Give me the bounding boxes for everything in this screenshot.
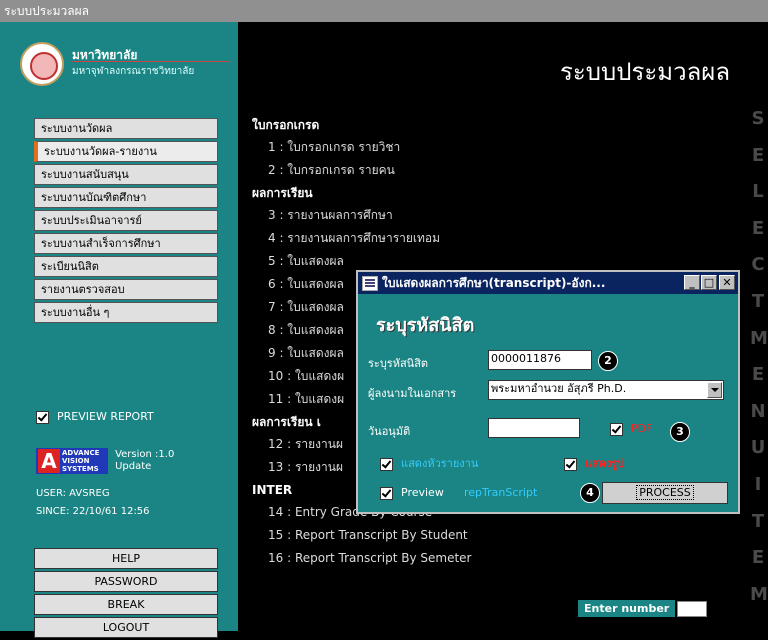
- preview-report-label: PREVIEW REPORT: [57, 410, 154, 423]
- minimize-icon: _: [689, 276, 695, 289]
- university-seal-icon: [20, 42, 64, 86]
- logout-button[interactable]: LOGOUT: [34, 617, 218, 638]
- preview-label: Preview: [401, 486, 444, 499]
- session-since: SINCE: 22/10/61 12:56: [36, 506, 150, 517]
- sidebar-item-other[interactable]: ระบบงานอื่น ๆ: [34, 302, 218, 323]
- menu-option-2[interactable]: 2 : ใบกรอกเกรด รายคน: [252, 159, 472, 182]
- sidebar-item-audit-reports[interactable]: รายงานตรวจสอบ: [34, 279, 218, 300]
- preview-option[interactable]: Preview: [380, 486, 444, 500]
- show-header-label: แสดงหัวรายงาน: [401, 457, 479, 470]
- chevron-down-icon[interactable]: [707, 382, 722, 398]
- maximize-icon: □: [703, 276, 715, 289]
- show-header-checkbox[interactable]: [380, 457, 393, 471]
- process-button[interactable]: PROCESS: [602, 482, 728, 504]
- show-photo-option[interactable]: แสดงรูป: [564, 454, 624, 472]
- dialog-heading: ระบุรหัสนิสิต: [376, 315, 475, 336]
- report-name: repTranScript: [464, 486, 538, 499]
- form-icon: [362, 276, 378, 291]
- signer-selected-value: พระมหาอำนวย อัสุภรี Ph.D.: [491, 382, 627, 395]
- app-title: ระบบประมวลผล: [4, 4, 90, 18]
- logo-divider: [72, 61, 230, 62]
- dialog-title: ใบแสดงผลการศึกษา(transcript)-อังก...: [382, 276, 606, 290]
- callout-badge-2: 2: [598, 351, 618, 371]
- show-header-option[interactable]: แสดงหัวรายงาน: [380, 454, 478, 472]
- pdf-checkbox[interactable]: [610, 422, 623, 436]
- help-button[interactable]: HELP: [34, 548, 218, 569]
- approve-date-input[interactable]: [488, 418, 580, 438]
- user-name: USER: AVSREG: [36, 488, 110, 499]
- signer-label: ผู้ลงนามในเอกสาร: [368, 387, 457, 400]
- password-button[interactable]: PASSWORD: [34, 571, 218, 592]
- app-title-bar: ระบบประมวลผล: [0, 0, 768, 22]
- break-button[interactable]: BREAK: [34, 594, 218, 615]
- page-title: ระบบประมวลผล: [560, 58, 731, 86]
- sidebar-item-grading-reports[interactable]: ระบบงานวัดผล-รายงาน: [34, 141, 218, 162]
- sidebar: มหาวิทยาลัย มหาจุฬาลงกรณราชวิทยาลัย ระบบ…: [0, 22, 238, 638]
- sidebar-item-support[interactable]: ระบบงานสนับสนุน: [34, 164, 218, 185]
- university-logo-block: มหาวิทยาลัย มหาจุฬาลงกรณราชวิทยาลัย: [20, 42, 230, 90]
- show-photo-label: แสดงรูป: [585, 457, 625, 470]
- university-name: มหาวิทยาลัย: [72, 48, 138, 62]
- close-button[interactable]: ✕: [719, 275, 735, 290]
- minimize-button[interactable]: _: [684, 275, 700, 290]
- transcript-dialog: ใบแสดงผลการศึกษา(transcript)-อังก... _ □…: [356, 270, 740, 514]
- select-menu-item-vertical-label: S E L E C T M E N U I T E M: [750, 108, 768, 605]
- sidebar-item-grading[interactable]: ระบบงานวัดผล: [34, 118, 218, 139]
- student-id-input[interactable]: 0000011876: [488, 350, 592, 370]
- menu-option-4[interactable]: 4 : รายงานผลการศึกษารายเทอม: [252, 227, 472, 250]
- menu-option-3[interactable]: 3 : รายงานผลการศึกษา: [252, 204, 472, 227]
- section-results: ผลการเรียน: [252, 186, 313, 200]
- enter-number-label: Enter number: [578, 600, 676, 617]
- sidebar-buttons: HELP PASSWORD BREAK LOGOUT: [34, 548, 218, 640]
- signer-select[interactable]: พระมหาอำนวย อัสุภรี Ph.D.: [488, 380, 724, 400]
- dialog-title-bar[interactable]: ใบแสดงผลการศึกษา(transcript)-อังก... _ □…: [358, 272, 738, 294]
- show-photo-checkbox[interactable]: [564, 457, 577, 471]
- preview-checkbox[interactable]: [380, 486, 393, 500]
- pdf-option[interactable]: PDF: [610, 422, 652, 436]
- advance-vision-branding: A ADVANCE VISION SYSTEMS Version :1.0 Up…: [36, 448, 174, 474]
- callout-badge-3: 3: [670, 422, 690, 442]
- sidebar-menu: ระบบงานวัดผล ระบบงานวัดผล-รายงาน ระบบงาน…: [34, 118, 218, 325]
- sidebar-item-student-records[interactable]: ระเบียนนิสิต: [34, 256, 218, 277]
- user-info: USER: AVSREG SINCE: 22/10/61 12:56: [36, 485, 150, 521]
- version-info: Version :1.0 Update: [115, 449, 175, 472]
- menu-option-16[interactable]: 16 : Report Transcript By Semeter: [252, 547, 472, 570]
- enter-number-field: Enter number: [578, 598, 708, 617]
- menu-option-15[interactable]: 15 : Report Transcript By Student: [252, 524, 472, 547]
- menu-option-1[interactable]: 1 : ใบกรอกเกรด รายวิชา: [252, 136, 472, 159]
- university-fullname: มหาจุฬาลงกรณราชวิทยาลัย: [72, 66, 195, 77]
- sidebar-item-teacher-evaluation[interactable]: ระบบประเมินอาจารย์: [34, 210, 218, 231]
- maximize-button[interactable]: □: [701, 275, 717, 290]
- sidebar-item-graduation[interactable]: ระบบงานสำเร็จการศึกษา: [34, 233, 218, 254]
- advance-vision-logo: A ADVANCE VISION SYSTEMS: [36, 448, 108, 474]
- sidebar-item-graduate-school[interactable]: ระบบงานบัณฑิตศึกษา: [34, 187, 218, 208]
- enter-number-input[interactable]: [677, 600, 708, 617]
- section-grade-sheet: ใบกรอกเกรด: [252, 118, 320, 132]
- pdf-label: PDF: [631, 422, 653, 435]
- close-icon: ✕: [722, 276, 732, 289]
- approve-date-label: วันอนุมัติ: [368, 425, 411, 438]
- process-label: PROCESS: [636, 485, 694, 500]
- student-id-label: ระบุรหัสนิสิต: [368, 357, 429, 370]
- preview-report-toggle[interactable]: PREVIEW REPORT: [36, 410, 154, 424]
- callout-badge-4: 4: [580, 483, 600, 503]
- preview-report-checkbox[interactable]: [36, 410, 49, 424]
